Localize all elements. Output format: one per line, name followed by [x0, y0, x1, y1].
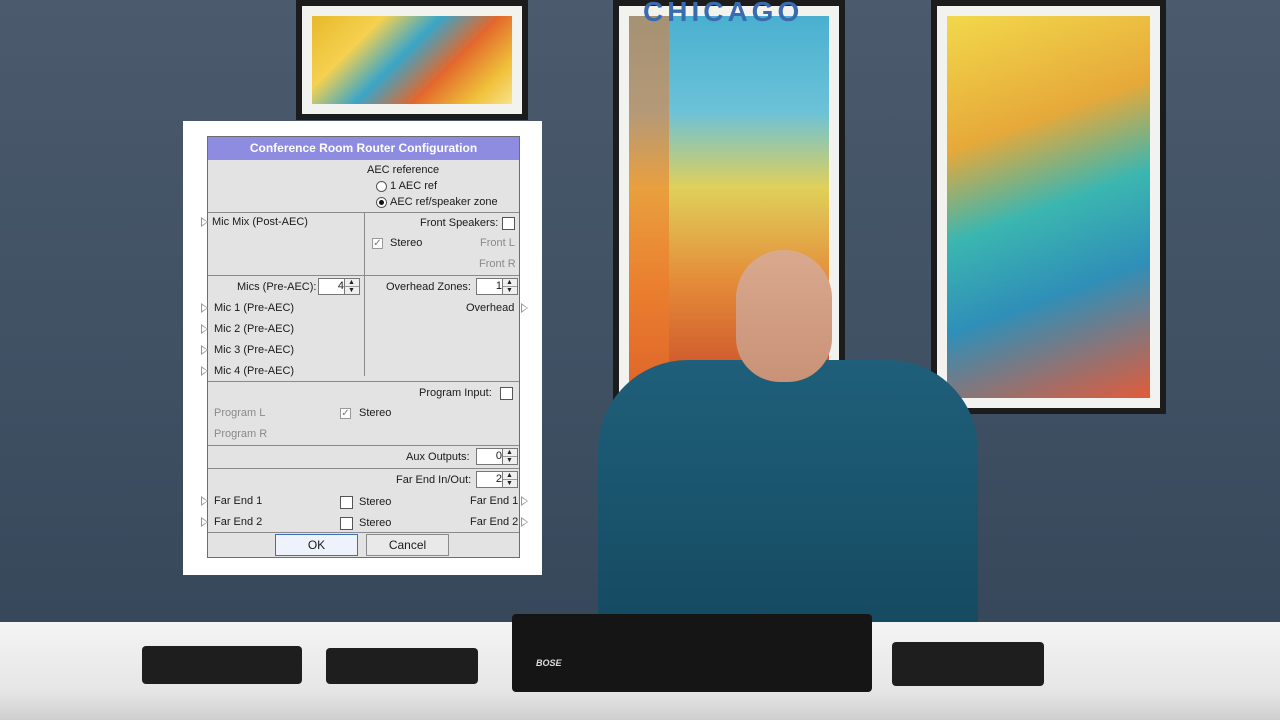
- input-pin-icon: [201, 303, 208, 313]
- program-left-input: Program L: [214, 407, 266, 419]
- network-device: [326, 648, 478, 684]
- mic-mix-label: Mic Mix (Post-AEC): [212, 216, 308, 228]
- input-pin-icon: [201, 366, 208, 376]
- aec-option-2-label[interactable]: AEC ref/speaker zone: [390, 196, 498, 208]
- dsp-processor-device: BOSE: [512, 614, 872, 692]
- aec-option-1-radio[interactable]: [376, 181, 387, 192]
- brand-logo: BOSE: [536, 658, 562, 668]
- aec-option-2-radio[interactable]: [376, 197, 387, 208]
- input-pin-icon: [201, 324, 208, 334]
- far-end-1-stereo-label: Stereo: [359, 496, 392, 508]
- program-stereo-label: Stereo: [359, 407, 392, 419]
- input-pin-icon: [201, 345, 208, 355]
- far-end-label: Far End In/Out:: [396, 474, 472, 486]
- far-end-count-stepper[interactable]: 2 ▲ ▼: [476, 471, 518, 488]
- stepper-down-icon[interactable]: ▼: [506, 287, 513, 294]
- far-end-1-stereo-checkbox[interactable]: [340, 496, 353, 509]
- program-input-label: Program Input:: [419, 387, 492, 399]
- mics-count-stepper[interactable]: 4 ▲ ▼: [318, 278, 360, 295]
- program-stereo-checkbox[interactable]: ✓: [340, 408, 351, 419]
- mic-3-label: Mic 3 (Pre-AEC): [214, 344, 295, 356]
- stepper-up-icon[interactable]: ▲: [506, 449, 513, 456]
- program-right-input: Program R: [214, 428, 268, 440]
- io-expander-device: [142, 646, 302, 684]
- aux-outputs-label: Aux Outputs:: [406, 451, 470, 463]
- aec-reference-label: AEC reference: [367, 164, 440, 176]
- output-pin-icon: [521, 303, 528, 313]
- overhead-output-label: Overhead: [466, 302, 515, 314]
- column-divider: [364, 212, 365, 376]
- mic-4-label: Mic 4 (Pre-AEC): [214, 365, 295, 377]
- mic-1-label: Mic 1 (Pre-AEC): [214, 302, 295, 314]
- front-stereo-label: Stereo: [390, 237, 423, 249]
- front-speakers-label: Front Speakers:: [420, 217, 499, 229]
- far-end-1-input: Far End 1: [214, 495, 263, 507]
- far-end-2-stereo-label: Stereo: [359, 517, 392, 529]
- divider: [208, 445, 519, 446]
- far-end-1-output: Far End 1: [470, 495, 519, 507]
- ok-button[interactable]: OK: [275, 534, 358, 556]
- front-left-output: Front L: [480, 237, 515, 249]
- divider: [208, 275, 519, 276]
- overhead-count-stepper[interactable]: 1 ▲ ▼: [476, 278, 518, 295]
- far-end-2-input: Far End 2: [214, 516, 263, 528]
- divider: [208, 532, 519, 533]
- wall-poster-left: [296, 0, 528, 120]
- divider: [208, 381, 519, 382]
- front-stereo-checkbox[interactable]: ✓: [372, 238, 383, 249]
- router-config-dialog: Conference Room Router Configuration AEC…: [201, 136, 528, 558]
- input-pin-icon: [201, 496, 208, 506]
- stepper-up-icon[interactable]: ▲: [506, 279, 513, 286]
- front-speakers-checkbox[interactable]: [502, 217, 515, 230]
- stepper-up-icon[interactable]: ▲: [506, 472, 513, 479]
- input-pin-icon: [201, 217, 208, 227]
- input-pin-icon: [201, 517, 208, 527]
- presenter: [598, 250, 978, 630]
- far-end-2-output: Far End 2: [470, 516, 519, 528]
- far-end-2-stereo-checkbox[interactable]: [340, 517, 353, 530]
- cancel-button[interactable]: Cancel: [366, 534, 449, 556]
- front-right-output: Front R: [479, 258, 516, 270]
- divider: [208, 468, 519, 469]
- stepper-down-icon[interactable]: ▼: [348, 287, 355, 294]
- stepper-down-icon[interactable]: ▼: [506, 480, 513, 487]
- dialog-title: Conference Room Router Configuration: [208, 137, 519, 160]
- aec-option-1-label[interactable]: 1 AEC ref: [390, 180, 437, 192]
- output-pin-icon: [521, 517, 528, 527]
- output-pin-icon: [521, 496, 528, 506]
- overhead-zones-label: Overhead Zones:: [386, 281, 471, 293]
- program-input-checkbox[interactable]: [500, 387, 513, 400]
- poster-title: CHICAGO: [643, 0, 804, 27]
- mic-2-label: Mic 2 (Pre-AEC): [214, 323, 295, 335]
- stepper-down-icon[interactable]: ▼: [506, 457, 513, 464]
- stepper-up-icon[interactable]: ▲: [348, 279, 355, 286]
- aux-count-stepper[interactable]: 0 ▲ ▼: [476, 448, 518, 465]
- mics-label: Mics (Pre-AEC):: [237, 281, 317, 293]
- io-expander-device-2: [892, 642, 1044, 686]
